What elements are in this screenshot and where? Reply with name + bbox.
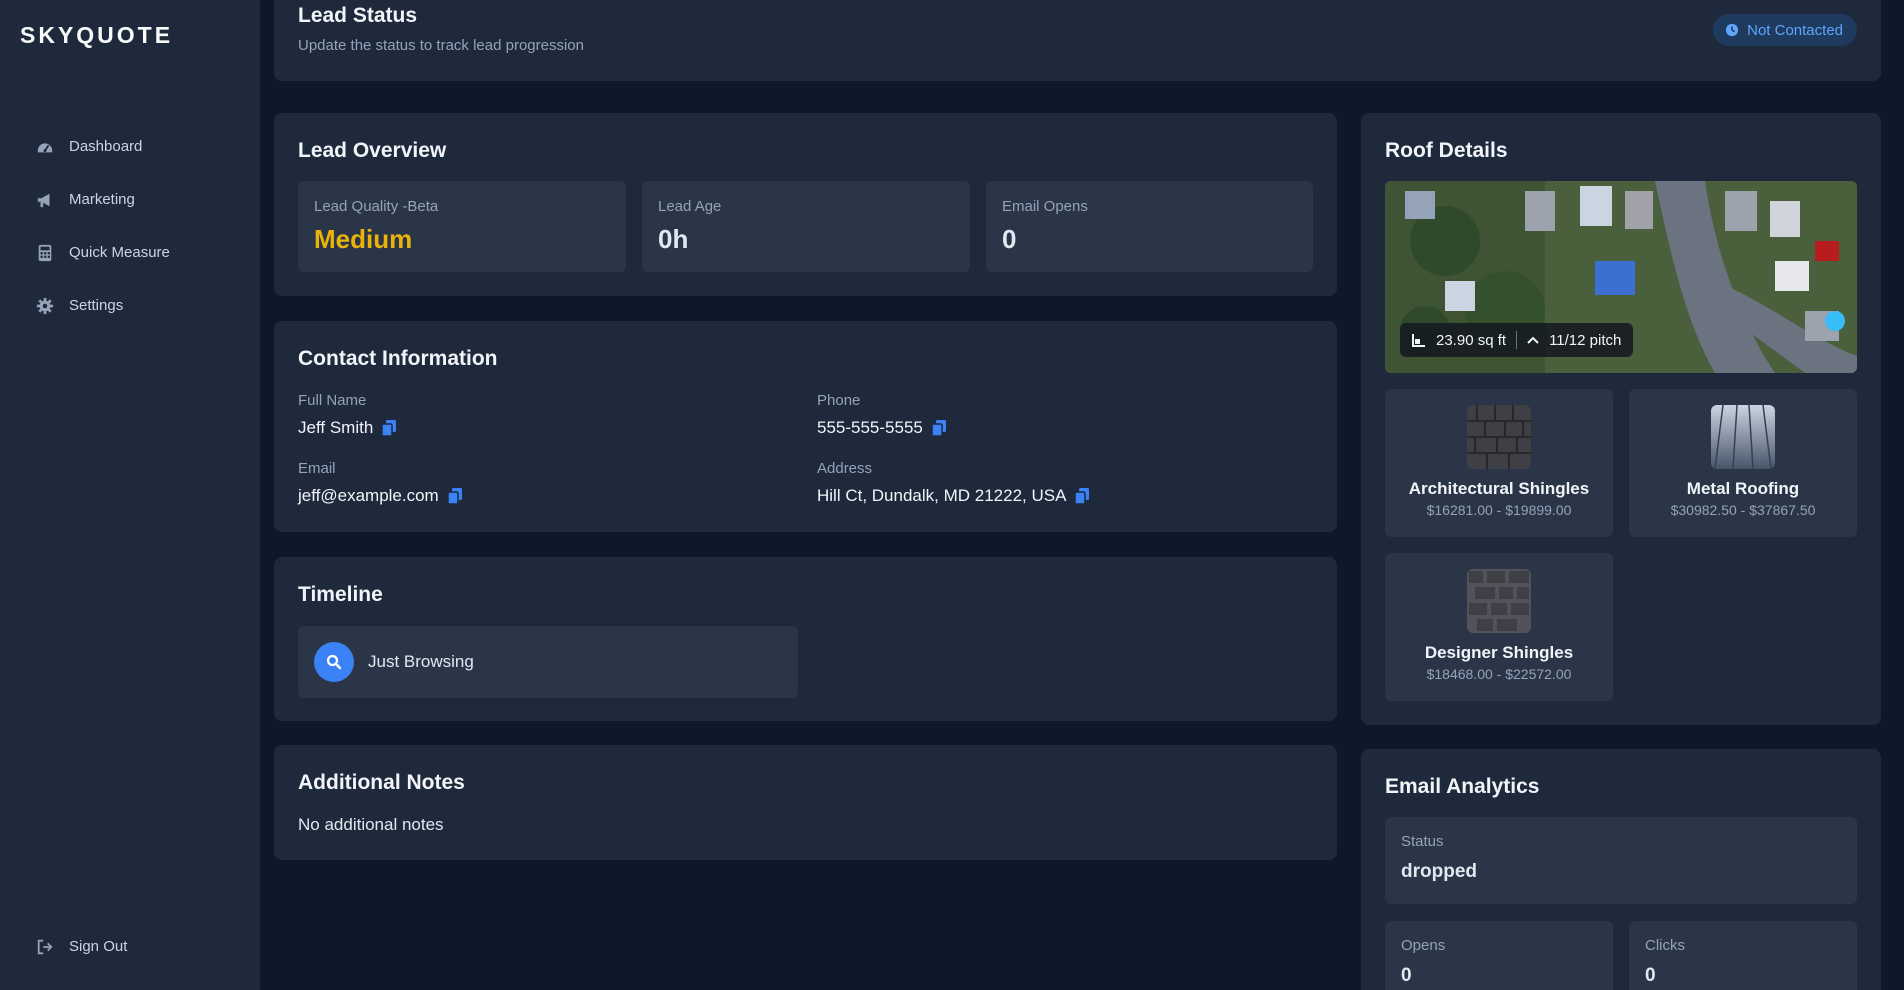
lead-quality-stat: Lead Quality -Beta Medium xyxy=(298,181,626,272)
sidebar-item-marketing[interactable]: Marketing xyxy=(0,173,260,226)
sidebar-item-quick-measure[interactable]: Quick Measure xyxy=(0,226,260,279)
copy-icon[interactable] xyxy=(446,487,465,505)
lead-age-stat: Lead Age 0h xyxy=(642,181,970,272)
email-value: jeff@example.com xyxy=(298,486,465,506)
stat-label: Lead Quality -Beta xyxy=(314,198,439,215)
address-value: Hill Ct, Dundalk, MD 21222, USA xyxy=(817,486,1092,506)
phone-value: 555-555-5555 xyxy=(817,418,949,438)
email-opens-stat: Email Opens 0 xyxy=(986,181,1313,272)
sidebar-item-label: Dashboard xyxy=(69,138,143,155)
lead-status-card: Lead Status Update the status to track l… xyxy=(274,0,1881,81)
stat-label: Opens xyxy=(1401,937,1446,954)
sign-out-icon xyxy=(35,937,55,957)
sidebar-item-settings[interactable]: Settings xyxy=(0,279,260,332)
stat-label: Clicks xyxy=(1645,937,1685,954)
timeline-card: Timeline Just Browsing xyxy=(274,557,1337,721)
status-badge[interactable]: Not Contacted xyxy=(1713,14,1857,46)
status-badge-label: Not Contacted xyxy=(1747,21,1843,39)
material-price: $30982.50 - $37867.50 xyxy=(1670,502,1816,518)
stat-label: Status xyxy=(1401,833,1444,850)
sign-out-label: Sign Out xyxy=(69,938,128,955)
timeline-item-label: Just Browsing xyxy=(368,652,474,671)
pitch-icon xyxy=(1527,335,1539,345)
material-price: $18468.00 - $22572.00 xyxy=(1426,666,1572,682)
lead-age-value: 0h xyxy=(658,224,689,254)
material-price: $16281.00 - $19899.00 xyxy=(1426,502,1572,518)
gear-icon xyxy=(35,296,55,316)
divider xyxy=(1516,331,1518,349)
email-status-stat: Status dropped xyxy=(1385,817,1857,904)
copy-icon[interactable] xyxy=(931,419,949,437)
timeline-title: Timeline xyxy=(298,583,383,606)
calculator-icon xyxy=(35,243,55,263)
full-name-text: Jeff Smith xyxy=(298,418,374,437)
sidebar-item-dashboard[interactable]: Dashboard xyxy=(0,120,260,173)
phone-text: 555-555-5555 xyxy=(817,418,923,437)
lead-status-subtitle: Update the status to track lead progress… xyxy=(298,37,584,54)
sign-out-button[interactable]: Sign Out xyxy=(0,920,260,973)
contact-information-card: Contact Information Full Name Jeff Smith… xyxy=(274,321,1337,532)
megaphone-icon xyxy=(35,190,55,210)
email-status-value: dropped xyxy=(1401,861,1477,882)
material-name: Metal Roofing xyxy=(1686,479,1800,498)
email-text: jeff@example.com xyxy=(298,486,439,505)
email-label: Email xyxy=(298,460,336,477)
sidebar-item-label: Settings xyxy=(69,297,124,314)
full-name-value: Jeff Smith xyxy=(298,418,399,438)
copy-icon[interactable] xyxy=(1074,487,1092,505)
email-clicks-stat: Clicks 0 xyxy=(1629,921,1857,990)
aerial-roof-image: 23.90 sq ft 11/12 pitch xyxy=(1385,181,1857,373)
roof-pitch: 11/12 pitch xyxy=(1549,331,1622,349)
material-designer-shingles[interactable]: Designer Shingles $18468.00 - $22572.00 xyxy=(1385,553,1613,701)
timeline-item: Just Browsing xyxy=(298,626,798,698)
sidebar-item-label: Quick Measure xyxy=(69,244,170,261)
roof-area: 23.90 sq ft xyxy=(1436,331,1507,349)
sidebar-nav: Dashboard Marketing Quick Measure Settin… xyxy=(0,120,260,332)
lead-status-title: Lead Status xyxy=(298,4,418,27)
contact-information-title: Contact Information xyxy=(298,347,498,370)
sidebar: SKYQUOTE Dashboard Marketing Quick Measu… xyxy=(0,0,260,990)
roof-measure-overlay: 23.90 sq ft 11/12 pitch xyxy=(1400,323,1634,357)
additional-notes-card: Additional Notes No additional notes xyxy=(274,745,1337,860)
email-analytics-card: Email Analytics Status dropped Opens 0 C… xyxy=(1361,749,1881,990)
architectural-shingles-thumbnail xyxy=(1467,405,1531,469)
roof-details-card: Roof Details 23.90 sq ft 11/12 pitch Arc… xyxy=(1361,113,1881,725)
email-analytics-title: Email Analytics xyxy=(1385,775,1540,798)
app-logo[interactable]: SKYQUOTE xyxy=(20,22,173,49)
clock-icon xyxy=(1725,23,1739,37)
phone-label: Phone xyxy=(817,392,861,409)
search-icon xyxy=(314,642,354,682)
address-label: Address xyxy=(817,460,873,477)
material-name: Designer Shingles xyxy=(1424,643,1574,662)
designer-shingles-thumbnail xyxy=(1467,569,1531,633)
dashboard-icon xyxy=(35,137,55,157)
additional-notes-title: Additional Notes xyxy=(298,771,465,794)
stat-label: Email Opens xyxy=(1002,198,1088,215)
email-clicks-value: 0 xyxy=(1645,965,1656,986)
material-name: Architectural Shingles xyxy=(1408,479,1590,498)
email-opens-value: 0 xyxy=(1002,224,1017,254)
area-icon xyxy=(1412,333,1426,347)
email-opens-analytics-value: 0 xyxy=(1401,965,1412,986)
lead-quality-value: Medium xyxy=(314,224,413,254)
material-metal-roofing[interactable]: Metal Roofing $30982.50 - $37867.50 xyxy=(1629,389,1857,537)
material-architectural-shingles[interactable]: Architectural Shingles $16281.00 - $1989… xyxy=(1385,389,1613,537)
email-opens-analytics-stat: Opens 0 xyxy=(1385,921,1613,990)
full-name-label: Full Name xyxy=(298,392,367,409)
address-text: Hill Ct, Dundalk, MD 21222, USA xyxy=(817,486,1067,505)
stat-label: Lead Age xyxy=(658,198,722,215)
copy-icon[interactable] xyxy=(381,419,399,437)
metal-roofing-thumbnail xyxy=(1711,405,1775,469)
additional-notes-text: No additional notes xyxy=(298,815,444,834)
sidebar-item-label: Marketing xyxy=(69,191,135,208)
lead-overview-title: Lead Overview xyxy=(298,139,447,162)
roof-details-title: Roof Details xyxy=(1385,139,1508,162)
lead-overview-card: Lead Overview Lead Quality -Beta Medium … xyxy=(274,113,1337,296)
